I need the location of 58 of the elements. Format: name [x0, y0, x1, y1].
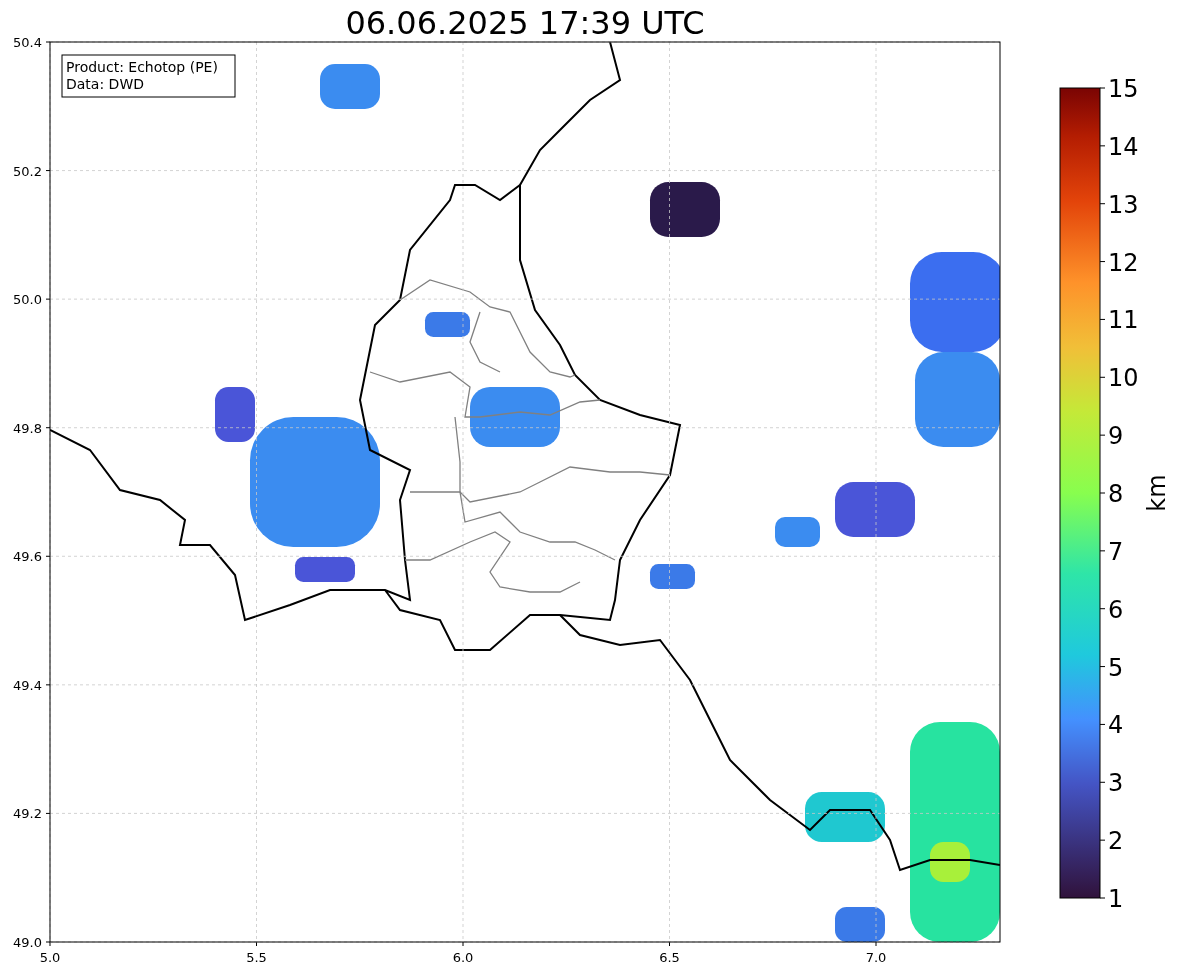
tick-label: 12 — [1108, 248, 1139, 277]
tick-label: 6 — [1108, 595, 1124, 624]
tick-label: 10 — [1108, 364, 1139, 393]
tick-mark — [462, 941, 464, 947]
tick-label: 2 — [1108, 827, 1124, 856]
tick-label: 49.8 — [13, 420, 42, 436]
tick-label: 1 — [1108, 885, 1124, 913]
tick-label: 8 — [1108, 480, 1124, 508]
tick-mark — [1099, 318, 1106, 320]
tick-label: 7 — [1108, 537, 1124, 566]
tick-mark — [1099, 666, 1106, 668]
tick-label: 3 — [1108, 769, 1124, 798]
tick-label: 49.0 — [13, 935, 42, 950]
tick-mark — [45, 684, 51, 686]
tick-label: 4 — [1108, 711, 1124, 740]
colorbar-label: km — [1143, 474, 1171, 512]
tick-mark — [1099, 87, 1106, 89]
tick-mark — [1099, 897, 1106, 899]
tick-mark — [45, 298, 51, 300]
tick-label: 11 — [1108, 306, 1139, 335]
tick-label: 14 — [1108, 132, 1139, 161]
tick-label: 5 — [1108, 653, 1124, 682]
tick-mark — [45, 555, 51, 557]
tick-mark — [1099, 550, 1106, 552]
tick-mark — [1099, 145, 1106, 147]
tick-label: 50.2 — [13, 163, 42, 179]
tick-mark — [1099, 261, 1106, 263]
tick-label: 49.4 — [13, 677, 42, 693]
legend-text: Product: Echotop (PE) — [66, 59, 218, 75]
tick-mark — [1099, 608, 1106, 610]
tick-mark — [45, 812, 51, 814]
tick-mark — [1099, 723, 1106, 725]
tick-mark — [1099, 839, 1106, 841]
legend-text: Data: DWD — [66, 76, 144, 92]
tick-label: 5.0 — [39, 950, 61, 965]
tick-label: 9 — [1108, 422, 1124, 451]
tick-label: 6.0 — [452, 950, 474, 965]
plot-title: 06.06.2025 17:39 UTC — [345, 4, 705, 42]
tick-mark — [256, 941, 257, 947]
tick-label: 13 — [1108, 190, 1139, 219]
tick-mark — [1099, 434, 1106, 436]
tick-label: 50.0 — [13, 292, 42, 308]
tick-mark — [875, 941, 877, 947]
tick-label: 49.6 — [13, 549, 42, 565]
tick-label: 7.0 — [865, 950, 887, 965]
tick-mark — [45, 170, 51, 172]
tick-label: 50.4 — [13, 35, 42, 50]
tick-mark — [45, 41, 51, 43]
tick-mark — [1099, 376, 1106, 378]
tick-mark — [45, 427, 51, 429]
tick-mark — [1099, 781, 1106, 783]
tick-label: 6.5 — [659, 950, 680, 965]
tick-mark — [669, 941, 670, 947]
tick-mark — [1099, 203, 1106, 205]
tick-label: 15 — [1108, 75, 1139, 103]
tick-label: 49.2 — [13, 806, 42, 822]
tick-mark — [1099, 492, 1106, 494]
tick-label: 5.5 — [246, 950, 267, 965]
